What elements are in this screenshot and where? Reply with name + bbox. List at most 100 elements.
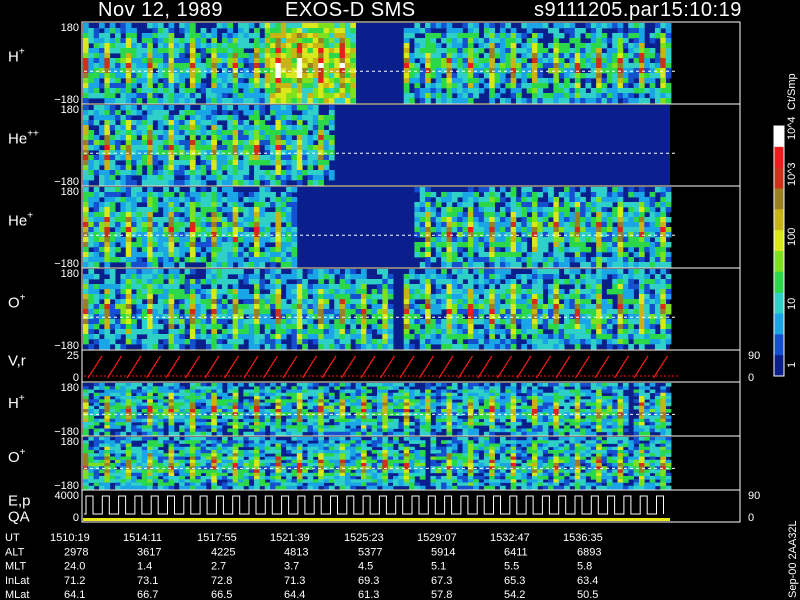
spectrogram-cell	[462, 53, 469, 59]
spectrogram-cell	[585, 58, 592, 64]
spectrogram-cell	[195, 175, 201, 181]
spectrogram-cell	[622, 217, 629, 223]
spectrogram-cell	[318, 23, 324, 29]
spectrogram-cell	[473, 58, 479, 64]
spectrogram-cell	[360, 294, 367, 300]
spectrogram-cell	[83, 125, 89, 131]
spectrogram-cell	[211, 294, 218, 300]
spectrogram-cell	[147, 63, 153, 69]
spectrogram-cell	[665, 294, 672, 300]
spectrogram-cell	[312, 304, 319, 310]
spectrogram-cell	[628, 334, 634, 340]
spectrogram-cell	[430, 83, 437, 89]
spectrogram-cell	[189, 197, 196, 203]
spectrogram-cell	[227, 88, 234, 94]
spectrogram-cell	[136, 252, 143, 258]
spectrogram-cell	[184, 105, 191, 111]
spectrogram-cell	[280, 28, 287, 34]
spectrogram-cell	[200, 165, 207, 171]
spectrogram-cell	[184, 257, 191, 263]
spectrogram-cell	[136, 93, 143, 99]
spectrogram-cell	[93, 115, 100, 121]
spectrogram-cell	[596, 53, 602, 59]
spectrogram-cell	[505, 339, 512, 345]
spectrogram-cell	[286, 83, 292, 89]
spectrogram-cell	[259, 58, 266, 64]
spectrogram-cell	[109, 48, 116, 54]
spectrogram-cell	[553, 212, 560, 218]
spectrogram-cell	[83, 212, 89, 218]
spectrogram-cell	[334, 28, 340, 34]
spectrogram-cell	[462, 43, 469, 49]
spectrogram-cell	[163, 197, 169, 203]
spectrogram-cell	[248, 23, 255, 29]
spectrogram-cell	[569, 212, 576, 218]
spectrogram-cell	[377, 279, 383, 285]
spectrogram-cell	[163, 383, 169, 387]
spectrogram-cell	[152, 175, 159, 181]
spectrogram-cell	[414, 217, 421, 223]
spectrogram-cell	[243, 222, 250, 228]
spectrogram-cell	[275, 73, 282, 79]
spectrogram-cell	[601, 227, 608, 233]
spectrogram-cell	[141, 319, 148, 325]
spectrogram-cell	[612, 23, 618, 29]
spectrogram-cell	[275, 38, 282, 44]
spectrogram-cell	[590, 58, 597, 64]
spectrogram-cell	[147, 284, 153, 290]
spectrogram-cell	[457, 319, 463, 325]
spectrogram-cell	[638, 212, 645, 218]
spectrogram-cell	[532, 33, 538, 39]
spectrogram-cell	[644, 242, 651, 248]
spectrogram-cell	[232, 252, 239, 258]
spectrogram-cell	[457, 227, 463, 233]
spectrogram-cell	[238, 120, 244, 126]
spectrogram-cell	[243, 324, 250, 330]
spectrogram-cell	[136, 299, 143, 305]
spectrogram-cell	[211, 274, 218, 280]
spectrogram-cell	[328, 110, 335, 116]
spectrogram-cell	[227, 165, 234, 171]
spectrogram-cell	[580, 339, 586, 345]
spectrogram-cell	[302, 88, 308, 94]
spectrogram-cell	[419, 78, 426, 84]
spectrogram-cell	[259, 284, 266, 290]
spectrogram-cell	[243, 135, 250, 141]
spectrogram-cell	[510, 78, 517, 84]
spectrogram-cell	[403, 93, 410, 99]
spectrogram-cell	[638, 222, 645, 228]
spectrogram-cell	[109, 319, 116, 325]
spectrogram-cell	[254, 227, 260, 233]
spectrogram-cell	[291, 130, 298, 136]
spectrogram-cell	[355, 334, 362, 340]
spectrogram-cell	[104, 247, 111, 253]
spectrogram-cell	[665, 93, 672, 99]
spectrogram-cell	[649, 73, 656, 79]
spectrogram-cell	[232, 299, 239, 305]
spectrogram-cell	[435, 324, 442, 330]
spectrogram-cell	[152, 170, 159, 176]
spectrogram-cell	[612, 88, 618, 94]
spectrogram-cell	[409, 73, 415, 79]
spectrogram-cell	[654, 202, 661, 208]
spectrogram-cell	[339, 58, 346, 64]
spectrogram-cell	[425, 192, 431, 198]
spectrogram-cell	[131, 170, 137, 176]
spectrogram-cell	[216, 227, 223, 233]
spectrogram-cell	[254, 115, 260, 121]
spectrogram-cell	[205, 120, 212, 126]
spectrogram-cell	[254, 324, 260, 330]
spectrogram-cell	[451, 73, 458, 79]
spectrogram-cell	[173, 125, 180, 131]
spectrogram-cell	[83, 428, 89, 433]
spectrogram-cell	[248, 33, 255, 39]
spectrogram-cell	[152, 304, 159, 310]
spectrogram-cell	[189, 399, 196, 403]
spectrogram-cell	[409, 93, 415, 99]
spectrogram-cell	[275, 242, 282, 248]
spectrogram-cell	[665, 289, 672, 295]
spectrogram-cell	[264, 83, 271, 89]
spectrogram-cell	[355, 279, 362, 285]
spectrogram-cell	[419, 339, 426, 345]
spectrogram-cell	[270, 88, 276, 94]
